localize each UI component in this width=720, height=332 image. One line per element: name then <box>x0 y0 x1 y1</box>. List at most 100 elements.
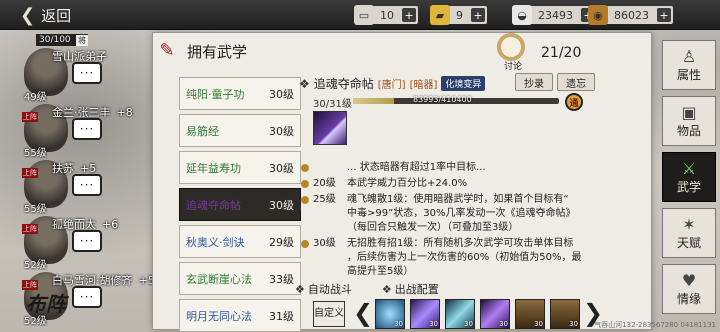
team-member[interactable]: 孤绝而太 +6 上阵 52级 ··· <box>22 216 172 271</box>
effect-row: 20级 本武学威力百分比+24.0% <box>301 177 641 191</box>
team-member[interactable]: 金兰·张三丰 +8 上阵 55级 ··· <box>22 104 172 159</box>
chest-icon: ▭ <box>354 5 374 25</box>
tab-label: 天赋 <box>676 236 701 250</box>
add-icon[interactable]: + <box>471 8 485 22</box>
resource-value: 10 <box>380 8 394 22</box>
battle-config-label: 出战配置 <box>394 283 439 296</box>
effect-level: 25级 <box>313 194 336 205</box>
bullet-icon <box>301 196 309 204</box>
martial-list: 纯阳·童子功 30级 易筋经 30级 延年益寿功 30级 追魂夺命帖 30级 秋奥义·剑诀 29级… <box>179 77 301 331</box>
chat-bubble-icon[interactable]: ··· <box>72 174 102 196</box>
resource-gold-bar: ▰ 9 + <box>430 5 487 25</box>
diamond-icon: ❖ <box>295 283 305 296</box>
skill-ice-icon[interactable]: 30 <box>375 299 405 329</box>
team-count-value: 30/100 <box>39 35 71 45</box>
slot-level: 30 <box>534 320 543 328</box>
chat-bubble-icon[interactable]: ··· <box>72 62 102 84</box>
back-button[interactable]: ❮ 返回 <box>20 3 92 27</box>
deployed-badge: 上阵 <box>22 168 38 178</box>
team-count-tag: 将 <box>76 34 88 46</box>
forget-button[interactable]: 遗忘 <box>557 73 595 91</box>
scroll-icon: ✎ <box>159 39 175 61</box>
chat-bubble-icon[interactable]: ··· <box>72 118 102 140</box>
martial-list-item[interactable]: 延年益寿功 30级 <box>179 151 301 184</box>
detail-stage: 化境变异 <box>441 76 486 91</box>
resource-silver-ingot: ◒23493+ <box>512 5 597 25</box>
effect-text: 魂飞魄散1级：使用暗器武学时，如果首个目标有“ 中毒>99”状态，30%几率发动一… <box>347 194 576 233</box>
effect-text: 无招胜有招1级：所有随机多次武学可攻击单体目标 ，后续伤害为上一次伤害的60%（初… <box>347 238 582 277</box>
custom-button[interactable]: 自定义 <box>313 301 345 327</box>
martial-list-item[interactable]: 玄武断崖心法 33级 <box>179 262 301 295</box>
effects-list: ... 状态暗器有超过1率中目标... 20级 本武学威力百分比+24.0% 25级魂… <box>301 161 641 277</box>
detail-level: 30/31级 <box>313 99 352 110</box>
effect-row: ... 状态暗器有超过1率中目标... <box>301 161 641 175</box>
watermark: 气吞山河132-283567280 04181131 <box>594 321 716 329</box>
side-tabs: ♙ 属性 ▣ 物品 ⚔ 武学 ✶ 天赋 ♥ 情缘 <box>662 40 716 320</box>
chat-bubble-icon[interactable]: ··· <box>72 286 102 308</box>
martial-list-item[interactable]: 明月无同心法 31级 <box>179 299 301 331</box>
martial-level: 31级 <box>269 309 294 323</box>
martial-level: 33级 <box>269 272 294 286</box>
bullet-icon <box>301 164 309 172</box>
martial-list-item[interactable]: 追魂夺命帖 30级 <box>179 188 301 221</box>
skill-portrait <box>313 111 347 145</box>
detail-name: 追魂夺命帖 <box>313 77 374 91</box>
coin-icon: ◉ <box>588 5 608 25</box>
team-member[interactable]: 扶苏 +5 上阵 55级 ··· <box>22 160 172 215</box>
gold-bar-icon: ▰ <box>430 5 450 25</box>
martial-level: 30级 <box>269 124 294 138</box>
chat-bubble-icon[interactable]: ··· <box>72 230 102 252</box>
effect-text: ... 状态暗器有超过1率中目标... <box>347 162 486 173</box>
upgrade-button[interactable]: 通 <box>565 93 583 111</box>
resource-value: 23493 <box>538 8 573 22</box>
add-icon[interactable]: + <box>402 8 416 22</box>
battle-config-toggle[interactable]: ❖ 出战配置 <box>382 281 439 297</box>
top-bar: ❮ 返回 ▭10+▰9+◒23493+◉86023+ <box>0 0 720 30</box>
copy-button[interactable]: 抄录 <box>515 73 553 91</box>
slot-level: 30 <box>394 320 403 328</box>
tab-sword[interactable]: ⚔ 武学 <box>662 152 716 202</box>
martial-list-item[interactable]: 秋奥义·剑诀 29级 <box>179 225 301 258</box>
effect-row: 30级 无招胜有招1级：所有随机多次武学可攻击单体目标 ，后续伤害为上一次伤害的60… <box>301 237 641 277</box>
diamond-icon: ❖ <box>299 76 310 91</box>
tab-label: 物品 <box>676 124 701 138</box>
resource-coin: ◉ 86023 + <box>588 5 673 25</box>
add-icon[interactable]: + <box>657 8 671 22</box>
martial-name: 追魂夺命帖 <box>186 198 241 212</box>
martial-list-item[interactable]: 易筋经 30级 <box>179 114 301 147</box>
skill-monk2-icon[interactable]: 30 <box>550 299 580 329</box>
person-icon: ♙ <box>681 47 697 66</box>
member-level: 55级 <box>24 204 47 215</box>
slot-level: 30 <box>569 320 578 328</box>
silver-ingot-icon: ◒ <box>512 5 532 25</box>
exp-text: 83993/410400 <box>413 95 472 104</box>
deployed-badge: 上阵 <box>22 224 38 234</box>
arrow-left-icon[interactable]: ❮ <box>353 299 373 327</box>
skill-wind-icon[interactable]: 30 <box>445 299 475 329</box>
detail-type: [暗器] <box>409 80 438 91</box>
martial-list-item[interactable]: 纯阳·童子功 30级 <box>179 77 301 110</box>
team-member[interactable]: 雪山派弟子 49级 ··· <box>22 48 172 103</box>
tab-bag[interactable]: ▣ 物品 <box>662 96 716 146</box>
diamond-icon: ❖ <box>381 283 392 296</box>
tab-talent[interactable]: ✶ 天赋 <box>662 208 716 258</box>
discuss-button[interactable]: 讨论 <box>497 33 529 72</box>
skill-monk-icon[interactable]: 30 <box>515 299 545 329</box>
back-label: 返回 <box>41 6 72 25</box>
sword-icon: ⚔ <box>681 159 697 178</box>
detail-sect: [唐门] <box>377 80 406 91</box>
member-name: 白马雪河·胡修齐 +5 <box>52 274 155 287</box>
skill-claw-icon[interactable]: 30 <box>410 299 440 329</box>
auto-battle-label: 自动战斗 <box>307 283 352 296</box>
panel-title: 拥有武学 <box>187 43 248 61</box>
formation-button[interactable]: 布阵 <box>26 288 66 317</box>
resource-chest: ▭ 10 + <box>354 5 418 25</box>
effect-level <box>313 161 347 175</box>
skill-shadow-icon[interactable]: 30 <box>480 299 510 329</box>
resource-value: 9 <box>456 8 463 22</box>
auto-battle-toggle[interactable]: ❖ 自动战斗 <box>295 281 352 297</box>
martial-level: 30级 <box>269 161 294 175</box>
battle-options: ❖ 自动战斗 ❖ 出战配置 <box>295 281 439 297</box>
tab-heart[interactable]: ♥ 情缘 <box>662 264 716 314</box>
tab-person[interactable]: ♙ 属性 <box>662 40 716 90</box>
